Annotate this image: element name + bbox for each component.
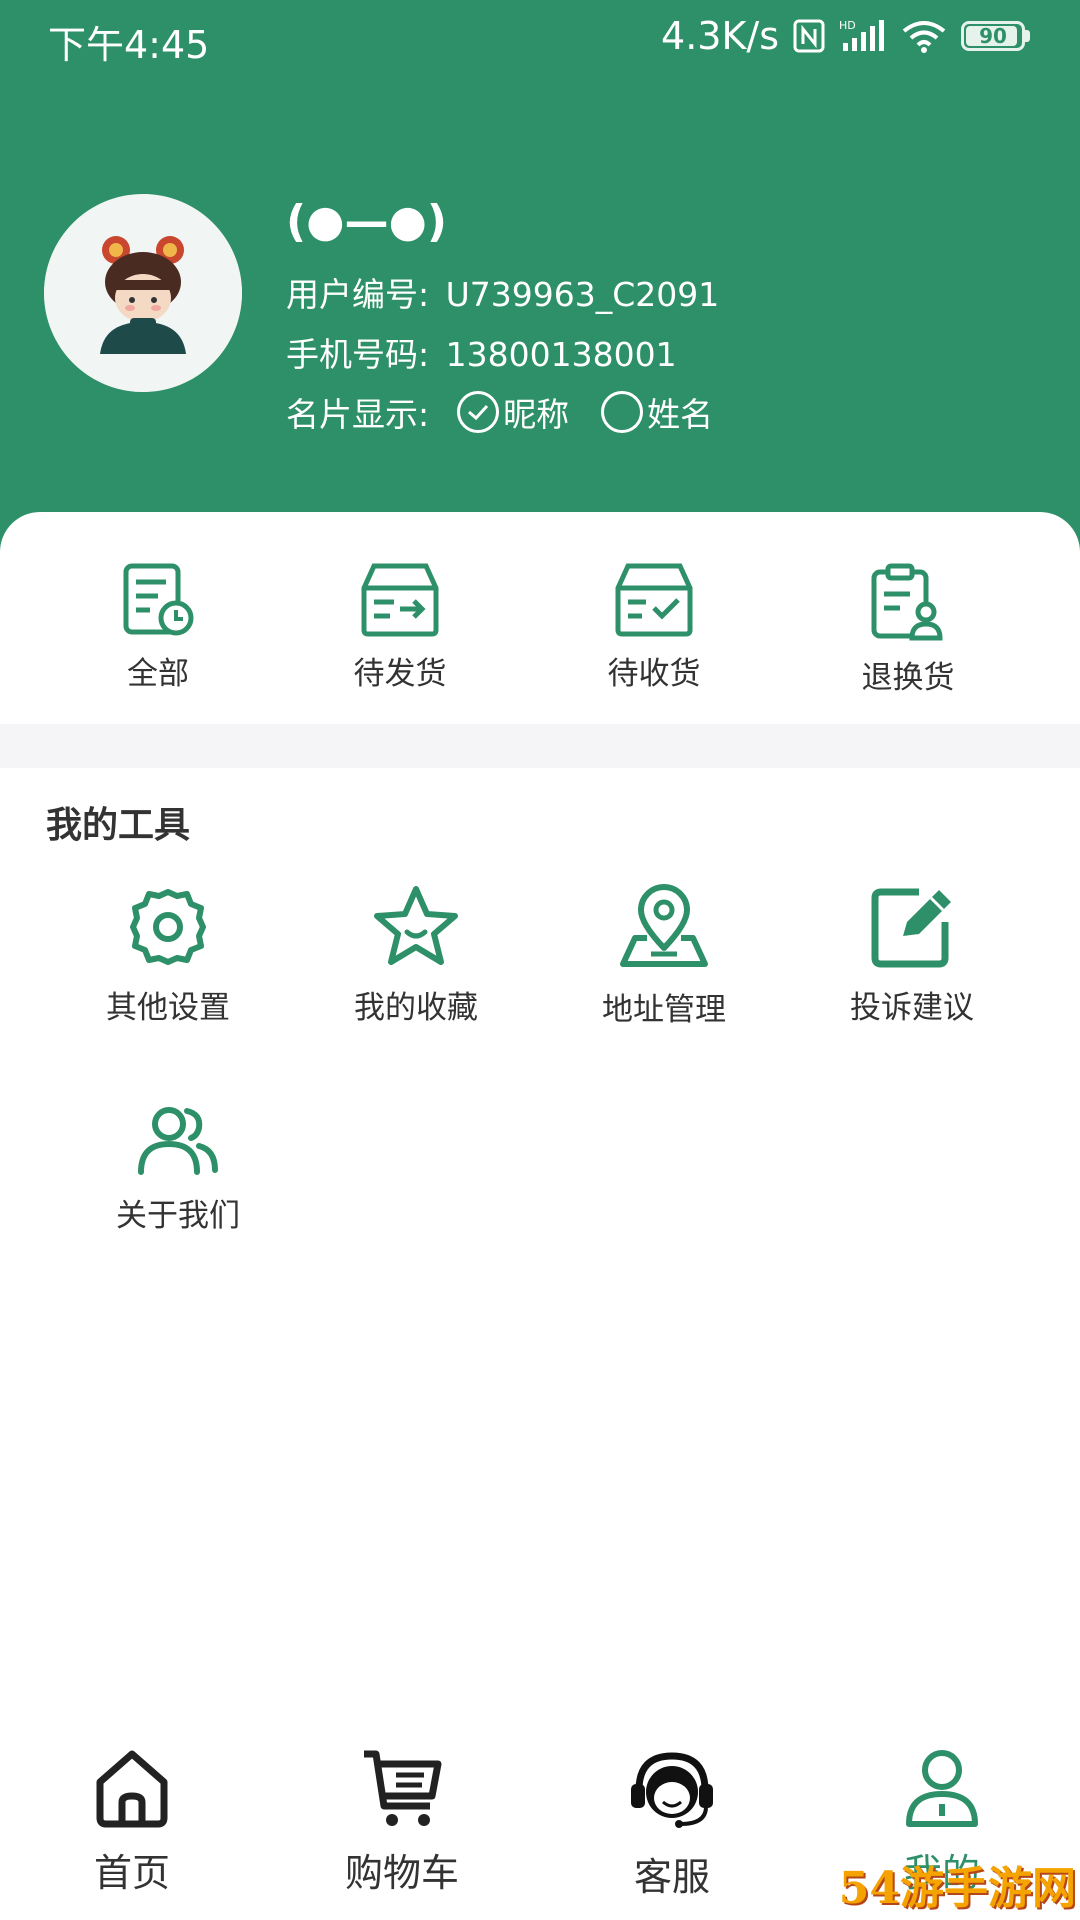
return-exchange-button[interactable]: 退换货 — [808, 562, 1008, 697]
users-icon — [138, 1107, 218, 1175]
tool-about[interactable]: 关于我们 — [78, 1104, 278, 1235]
battery-level: 90 — [979, 24, 1007, 48]
user-id-label: 用户编号: — [286, 275, 430, 314]
signal-icon: HD — [839, 19, 887, 53]
profile-screen: 下午4:45 4.3K/s HD 90 (●—●) 用户编号: U739963_… — [0, 0, 1080, 1920]
status-bar: 下午4:45 4.3K/s HD 90 — [0, 0, 1080, 80]
return-exchange-icon — [871, 563, 943, 641]
radio-nickname-label: 昵称 — [503, 395, 570, 434]
tool-feedback[interactable]: 投诉建议 — [812, 884, 1012, 1027]
phone-row: 手机号码: 13800138001 — [286, 328, 677, 376]
tool-address-label: 地址管理 — [602, 992, 726, 1028]
card-display-label: 名片显示: — [286, 395, 430, 434]
nav-home-label: 首页 — [93, 1851, 170, 1895]
tool-settings[interactable]: 其他设置 — [68, 886, 268, 1027]
radio-name-label: 姓名 — [647, 395, 714, 434]
location-icon — [620, 884, 708, 967]
radio-name[interactable]: 姓名 — [601, 388, 713, 436]
empty-circle-icon — [601, 391, 644, 433]
to-receive-icon — [615, 563, 693, 637]
wifi-icon — [901, 19, 947, 53]
network-speed: 4.3K/s — [661, 14, 779, 58]
to-ship-button[interactable]: 待发货 — [300, 562, 500, 693]
tool-favorites[interactable]: 我的收藏 — [316, 884, 516, 1027]
gear-icon — [130, 889, 206, 965]
to-receive-label: 待收货 — [607, 656, 701, 692]
tool-favorites-label: 我的收藏 — [354, 990, 478, 1026]
customer-service-icon — [631, 1752, 713, 1828]
tool-about-label: 关于我们 — [116, 1198, 240, 1234]
nav-cart-label: 购物车 — [344, 1851, 459, 1895]
phone-value: 13800138001 — [445, 335, 677, 374]
to-ship-icon — [361, 563, 439, 637]
section-divider — [0, 724, 1080, 768]
watermark-logo: 54游手游网 — [838, 1863, 1076, 1914]
card-display-row: 名片显示: 昵称 姓名 — [286, 388, 713, 436]
home-icon — [96, 1750, 168, 1828]
orders-card: 全部 待发货 待收货 退换货 — [0, 512, 1080, 724]
edit-icon — [871, 888, 951, 968]
nav-home[interactable]: 首页 — [32, 1748, 232, 1897]
nickname: (●—●) — [286, 196, 448, 247]
tools-title: 我的工具 — [46, 805, 191, 846]
cart-icon — [364, 1750, 442, 1826]
order-all-icon — [123, 563, 194, 636]
profile-header: 下午4:45 4.3K/s HD 90 (●—●) 用户编号: U739963_… — [0, 0, 1080, 560]
to-receive-button[interactable]: 待收货 — [554, 562, 754, 693]
nfc-icon — [793, 19, 825, 53]
svg-text:HD: HD — [839, 19, 856, 32]
nav-service-label: 客服 — [633, 1855, 710, 1899]
avatar[interactable] — [44, 194, 242, 392]
to-ship-label: 待发货 — [353, 656, 447, 692]
check-circle-icon — [457, 391, 500, 433]
tool-settings-label: 其他设置 — [106, 990, 230, 1026]
user-icon — [906, 1750, 978, 1827]
nav-cart[interactable]: 购物车 — [302, 1748, 502, 1897]
order-all-button[interactable]: 全部 — [58, 562, 258, 693]
user-id-value: U739963_C2091 — [445, 275, 720, 314]
battery-icon: 90 — [961, 21, 1030, 51]
nav-service[interactable]: 客服 — [572, 1748, 772, 1901]
order-all-label: 全部 — [127, 656, 189, 692]
status-time: 下午4:45 — [48, 23, 210, 67]
radio-nickname[interactable]: 昵称 — [457, 388, 569, 436]
phone-label: 手机号码: — [286, 335, 430, 374]
star-icon — [374, 886, 458, 965]
tool-address[interactable]: 地址管理 — [564, 884, 764, 1029]
user-id-row: 用户编号: U739963_C2091 — [286, 268, 719, 316]
tool-feedback-label: 投诉建议 — [850, 990, 974, 1026]
status-icons: 4.3K/s HD 90 — [661, 14, 1030, 58]
return-exchange-label: 退换货 — [861, 660, 955, 696]
